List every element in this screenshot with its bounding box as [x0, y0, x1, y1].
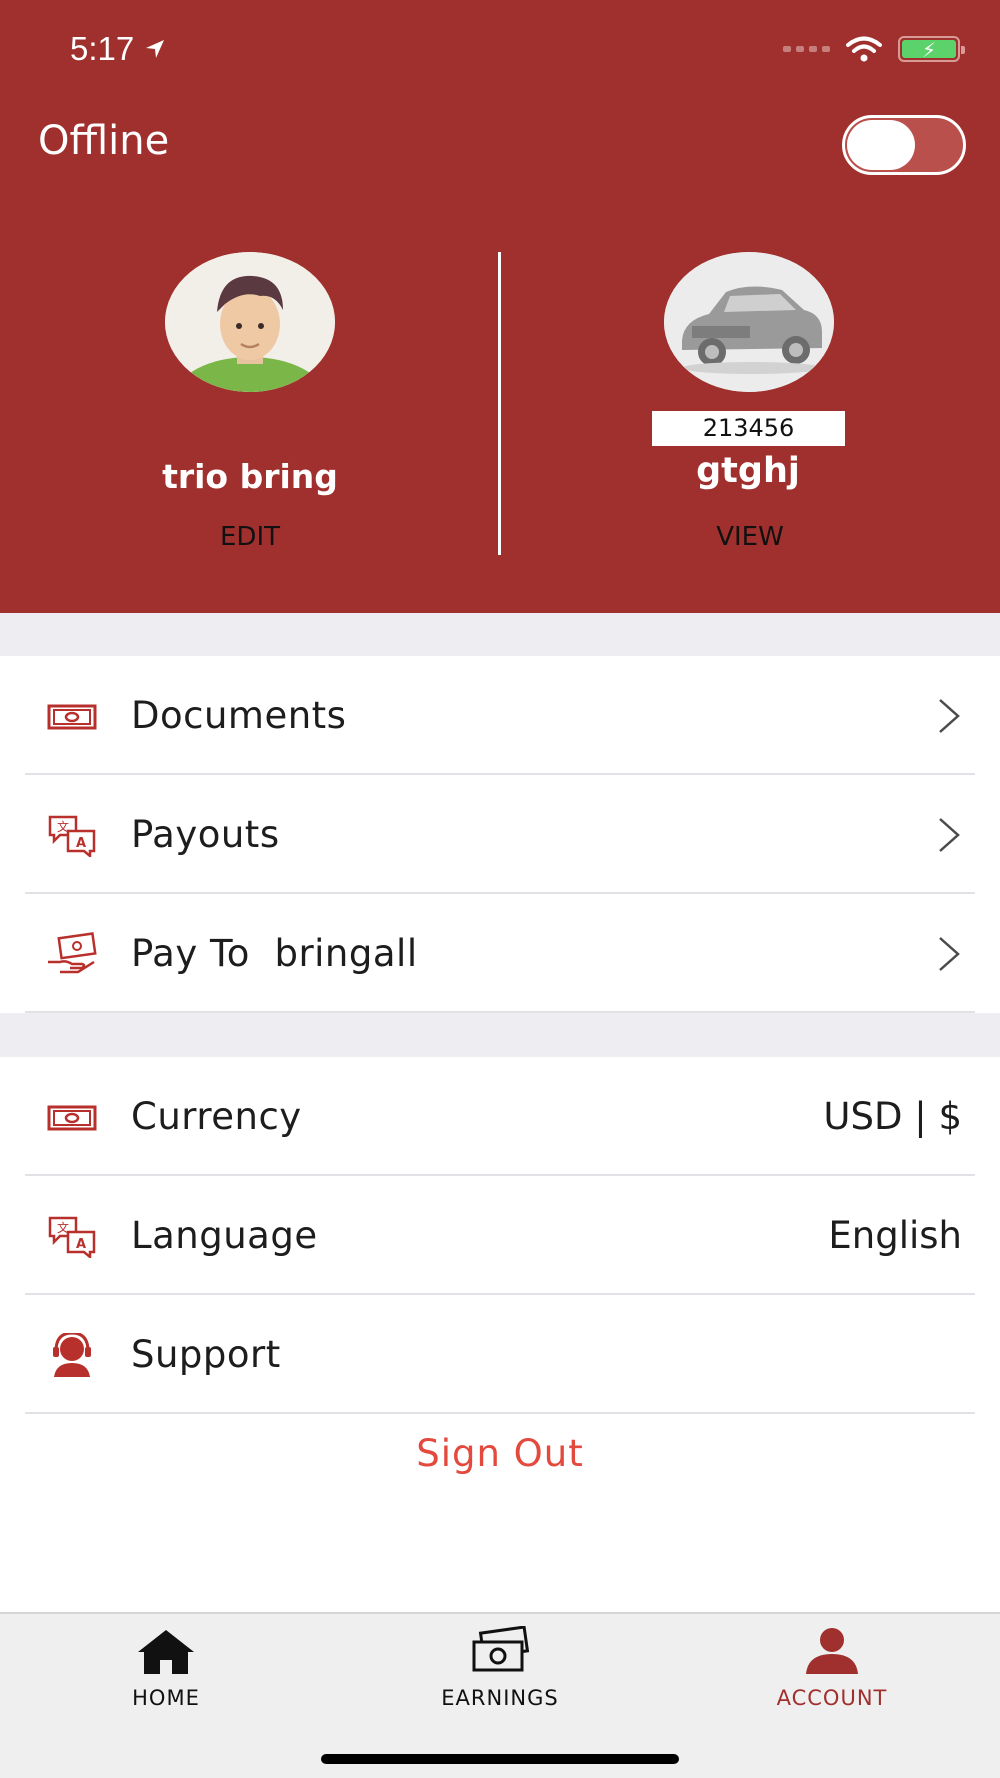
chevron-right-icon: [939, 937, 960, 971]
tab-earnings[interactable]: EARNINGS: [400, 1626, 600, 1710]
home-icon: [138, 1630, 194, 1674]
chevron-right-icon: [939, 699, 960, 733]
payouts-label: Payouts: [131, 813, 280, 856]
section-spacer: [0, 613, 1000, 656]
edit-profile-link[interactable]: EDIT: [150, 522, 350, 552]
payment-hand-icon: [48, 932, 97, 974]
language-label: Language: [131, 1214, 318, 1257]
location-arrow-icon: [146, 40, 165, 58]
tab-home-label: HOME: [132, 1686, 200, 1710]
profile-header: 5:17 ⚡ Offline trio bring EDIT 213456 gt…: [0, 0, 1000, 613]
setting-item-support[interactable]: Support: [0, 1295, 1000, 1414]
money-icon: [47, 1105, 97, 1131]
header-divider: [498, 252, 501, 555]
chevron-right-icon: [939, 818, 960, 852]
setting-item-currency[interactable]: Currency USD | $: [0, 1057, 1000, 1176]
language-value: English: [828, 1214, 962, 1257]
cellular-signal-icon: [783, 46, 830, 52]
view-vehicle-link[interactable]: VIEW: [650, 522, 850, 552]
money-icon: [47, 704, 97, 730]
language-icon: 文 A: [48, 815, 96, 857]
bottom-tab-bar: HOME EARNINGS ACCOUNT: [0, 1612, 1000, 1778]
tab-home[interactable]: HOME: [66, 1626, 266, 1710]
support-label: Support: [131, 1333, 281, 1376]
menu-item-payouts[interactable]: 文 A Payouts: [0, 775, 1000, 894]
user-name: trio bring: [162, 457, 338, 496]
cash-icon: [472, 1626, 530, 1672]
svg-text:A: A: [76, 1237, 86, 1252]
language-icon: 文 A: [48, 1216, 96, 1258]
user-avatar[interactable]: [165, 252, 335, 392]
menu-item-pay-to-bringall[interactable]: Pay To bringall: [0, 894, 1000, 1013]
status-bar-time: 5:17: [70, 30, 166, 68]
tab-account-label: ACCOUNT: [776, 1686, 888, 1710]
sign-out-button[interactable]: Sign Out: [300, 1432, 700, 1475]
setting-item-language[interactable]: 文 A Language English: [0, 1176, 1000, 1295]
section-spacer: [0, 1013, 1000, 1057]
menu-item-documents[interactable]: Documents: [0, 656, 1000, 775]
tab-account[interactable]: ACCOUNT: [732, 1626, 932, 1710]
online-status-label: Offline: [38, 118, 170, 164]
person-icon: [806, 1628, 858, 1674]
time-label: 5:17: [70, 30, 135, 67]
headset-icon: [53, 1333, 91, 1377]
currency-value: USD | $: [823, 1095, 962, 1138]
vehicle-image[interactable]: [664, 252, 834, 392]
online-toggle[interactable]: [842, 115, 966, 175]
tab-earnings-label: EARNINGS: [441, 1686, 559, 1710]
pay-to-label: Pay To bringall: [131, 932, 418, 975]
currency-label: Currency: [131, 1095, 302, 1138]
battery-icon: ⚡: [898, 36, 965, 62]
svg-text:A: A: [76, 836, 86, 851]
home-indicator: [321, 1754, 679, 1764]
status-bar-indicators: ⚡: [783, 36, 965, 62]
vehicle-name: gtghj: [696, 451, 800, 491]
documents-label: Documents: [131, 694, 347, 737]
vehicle-number-plate: 213456: [652, 411, 845, 446]
wifi-icon: [846, 36, 882, 62]
